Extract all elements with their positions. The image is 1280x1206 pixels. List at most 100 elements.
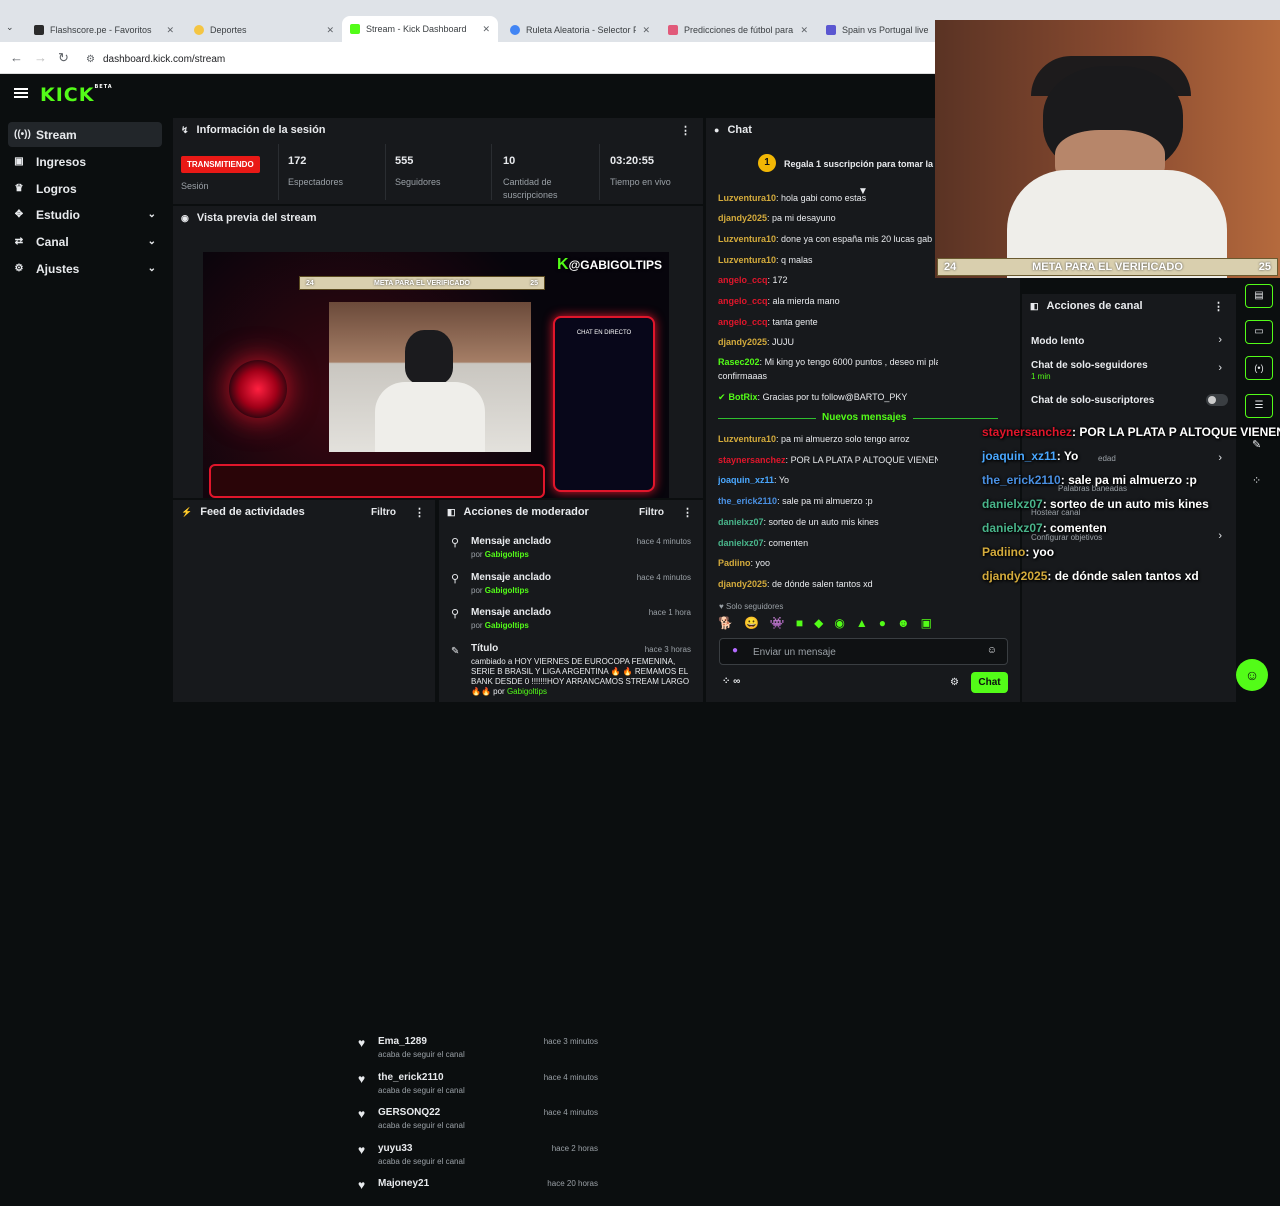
- chat-username[interactable]: danielxz07: [718, 517, 764, 527]
- browser-tab[interactable]: Spain vs Portugal live score: [818, 18, 936, 42]
- more-options-icon[interactable]: ⋮: [680, 124, 691, 137]
- browser-tab-active[interactable]: Stream - Kick Dashboard ✕: [342, 16, 498, 42]
- chat-username[interactable]: BotRix: [729, 392, 758, 402]
- followers-only-option[interactable]: Chat de solo-seguidores: [1031, 360, 1148, 371]
- feed-username[interactable]: Ema_1289: [378, 1036, 427, 1047]
- help-chat-button[interactable]: ☺: [1236, 659, 1268, 691]
- emote-icon[interactable]: 😀: [744, 616, 759, 632]
- tab-search-icon[interactable]: ⌄: [6, 22, 14, 33]
- sidebar-item-stream[interactable]: ((•)) Stream: [8, 122, 162, 147]
- chat-username[interactable]: angelo_ccq: [718, 275, 768, 285]
- chevron-right-icon[interactable]: ›: [1218, 452, 1222, 464]
- chat-username[interactable]: joaquin_xz11: [718, 475, 774, 485]
- slow-mode-option[interactable]: Modo lento: [1031, 336, 1084, 347]
- chat-message[interactable]: angelo_ccq: tanta gente: [718, 317, 938, 327]
- kick-logo[interactable]: KICKBETA: [40, 84, 113, 106]
- chat-username[interactable]: staynersanchez: [718, 455, 786, 465]
- feed-username[interactable]: the_erick2110: [378, 1072, 444, 1083]
- feed-username[interactable]: yuyu33: [378, 1143, 412, 1154]
- channel-points[interactable]: ⁘ ∞: [722, 676, 740, 687]
- emote-icon[interactable]: ◆: [814, 616, 823, 632]
- site-info-icon[interactable]: ⚙: [86, 54, 95, 65]
- send-chat-button[interactable]: Chat: [971, 672, 1008, 693]
- apps-icon[interactable]: ⁘: [1252, 474, 1261, 487]
- hamburger-menu-icon[interactable]: [14, 88, 28, 98]
- chat-message[interactable]: djandy2025: de dónde salen tantos xd: [718, 579, 938, 589]
- pinned-gift-message[interactable]: Regala 1 suscripción para tomar la p: [784, 159, 941, 169]
- chat-username[interactable]: angelo_ccq: [718, 296, 768, 306]
- more-options-icon[interactable]: ⋮: [682, 506, 693, 519]
- close-icon[interactable]: ✕: [800, 25, 808, 36]
- chat-message[interactable]: confirmaaas: [718, 371, 938, 381]
- mod-user[interactable]: Gabigoltips: [485, 550, 529, 559]
- sidebar-item-logros[interactable]: ♛ Logros: [8, 176, 162, 201]
- feed-row[interactable]: ♥ the_erick2110 acaba de seguir el canal ha…: [346, 1068, 608, 1100]
- chat-message[interactable]: danielxz07: comenten: [718, 538, 938, 548]
- chat-message[interactable]: ✔ BotRix: Gracias por tu follow@BARTO_PKY: [718, 392, 938, 403]
- forward-icon[interactable]: →: [34, 50, 47, 65]
- more-options-icon[interactable]: ⋮: [1213, 300, 1224, 313]
- close-icon[interactable]: ✕: [326, 25, 334, 36]
- more-options-icon[interactable]: ⋮: [414, 506, 425, 519]
- chat-username[interactable]: Padiino: [718, 558, 751, 568]
- emote-icon[interactable]: 🐕: [718, 616, 733, 632]
- chat-username[interactable]: Luzventura10: [718, 255, 776, 265]
- browser-tab[interactable]: Deportes ✕: [186, 18, 342, 42]
- browser-tab[interactable]: Flashscore.pe - Favoritos ✕: [26, 18, 182, 42]
- emote-icon[interactable]: 👾: [770, 616, 785, 632]
- chat-username[interactable]: danielxz07: [718, 538, 764, 548]
- chat-username[interactable]: angelo_ccq: [718, 317, 768, 327]
- close-icon[interactable]: ✕: [166, 25, 174, 36]
- chat-message[interactable]: staynersanchez: POR LA PLATA P ALTOQUE V…: [718, 455, 938, 465]
- chat-message[interactable]: joaquin_xz11: Yo: [718, 475, 938, 485]
- wrench-icon[interactable]: ✎: [1252, 438, 1261, 451]
- subs-only-toggle[interactable]: [1206, 394, 1228, 406]
- chat-message[interactable]: the_erick2110: sale pa mi almuerzo :p: [718, 496, 938, 506]
- chat-message[interactable]: djandy2025: JUJU: [718, 337, 938, 347]
- chevron-right-icon[interactable]: ›: [1218, 530, 1222, 542]
- close-icon[interactable]: ✕: [482, 24, 490, 35]
- chat-message[interactable]: danielxz07: sorteo de un auto mis kines: [718, 517, 938, 527]
- mod-row[interactable]: ⚲ Mensaje anclado por Gabigoltips hace 4 mi…: [439, 568, 703, 600]
- filter-button[interactable]: Filtro: [371, 507, 396, 518]
- emote-icon[interactable]: ▣: [921, 616, 932, 632]
- feed-row[interactable]: ♥ yuyu33 acaba de seguir el canal hace 2 ho…: [346, 1139, 608, 1171]
- mod-user[interactable]: Gabigoltips: [485, 621, 529, 630]
- chat-message[interactable]: Luzventura10: q malas: [718, 255, 938, 265]
- chat-input[interactable]: ● Enviar un mensaje ☺: [719, 638, 1008, 665]
- feed-username[interactable]: GERSONQ22: [378, 1107, 440, 1118]
- emote-bar[interactable]: 🐕 😀 👾 ■ ◆ ◉ ▲ ● ☻ ▣: [718, 616, 1018, 632]
- url-field[interactable]: ⚙ dashboard.kick.com/stream: [86, 49, 926, 69]
- browser-tab[interactable]: Predicciones de fútbol para hoy ✕: [660, 18, 816, 42]
- chat-username[interactable]: Rasec202: [718, 357, 760, 367]
- mod-row[interactable]: ⚲ Mensaje anclado por Gabigoltips hace 4 mi…: [439, 532, 703, 564]
- filter-button[interactable]: Filtro: [639, 507, 664, 518]
- broadcast-icon[interactable]: (•): [1245, 356, 1273, 380]
- back-icon[interactable]: ←: [10, 50, 23, 65]
- sidebar-item-ajustes[interactable]: ⚙ Ajustes ⌄: [8, 256, 162, 281]
- emoji-icon[interactable]: ☺: [987, 645, 997, 656]
- chat-username[interactable]: the_erick2110: [718, 496, 777, 506]
- chat-username[interactable]: Luzventura10: [718, 234, 776, 244]
- feed-row[interactable]: ♥ Majoney21 hace 20 horas: [346, 1174, 608, 1206]
- mod-row[interactable]: ⚲ Mensaje anclado por Gabigoltips hace 1 ho…: [439, 603, 703, 635]
- emote-icon[interactable]: ●: [879, 616, 886, 632]
- feed-row[interactable]: ♥ Ema_1289 acaba de seguir el canal hace 3 …: [346, 1032, 608, 1064]
- feed-username[interactable]: Majoney21: [378, 1178, 429, 1189]
- emote-icon[interactable]: ■: [796, 616, 803, 632]
- chat-message[interactable]: Rasec202: Mi king yo tengo 6000 puntos ,…: [718, 357, 938, 367]
- emote-icon[interactable]: ▲: [856, 616, 868, 632]
- chevron-right-icon[interactable]: ›: [1218, 334, 1222, 346]
- chat-settings-icon[interactable]: ⚙: [950, 677, 959, 688]
- mod-user[interactable]: Gabigoltips: [485, 586, 529, 595]
- feed-row[interactable]: ♥ GERSONQ22 acaba de seguir el canal hace 4…: [346, 1103, 608, 1135]
- subs-only-option[interactable]: Chat de solo-suscriptores: [1031, 395, 1154, 406]
- chat-message[interactable]: Luzventura10: hola gabi como estas: [718, 193, 938, 203]
- emote-picker-icon[interactable]: ●: [732, 645, 738, 656]
- chat-username[interactable]: Luzventura10: [718, 434, 776, 444]
- stream-video[interactable]: 24 META PARA EL VERIFICADO 25 K@GABIGOLTIP…: [203, 252, 669, 498]
- clipboard-icon[interactable]: ▤: [1245, 284, 1273, 308]
- chat-username[interactable]: Luzventura10: [718, 193, 776, 203]
- emote-icon[interactable]: ☻: [897, 616, 910, 632]
- sidebar-item-estudio[interactable]: ✥ Estudio ⌄: [8, 202, 162, 227]
